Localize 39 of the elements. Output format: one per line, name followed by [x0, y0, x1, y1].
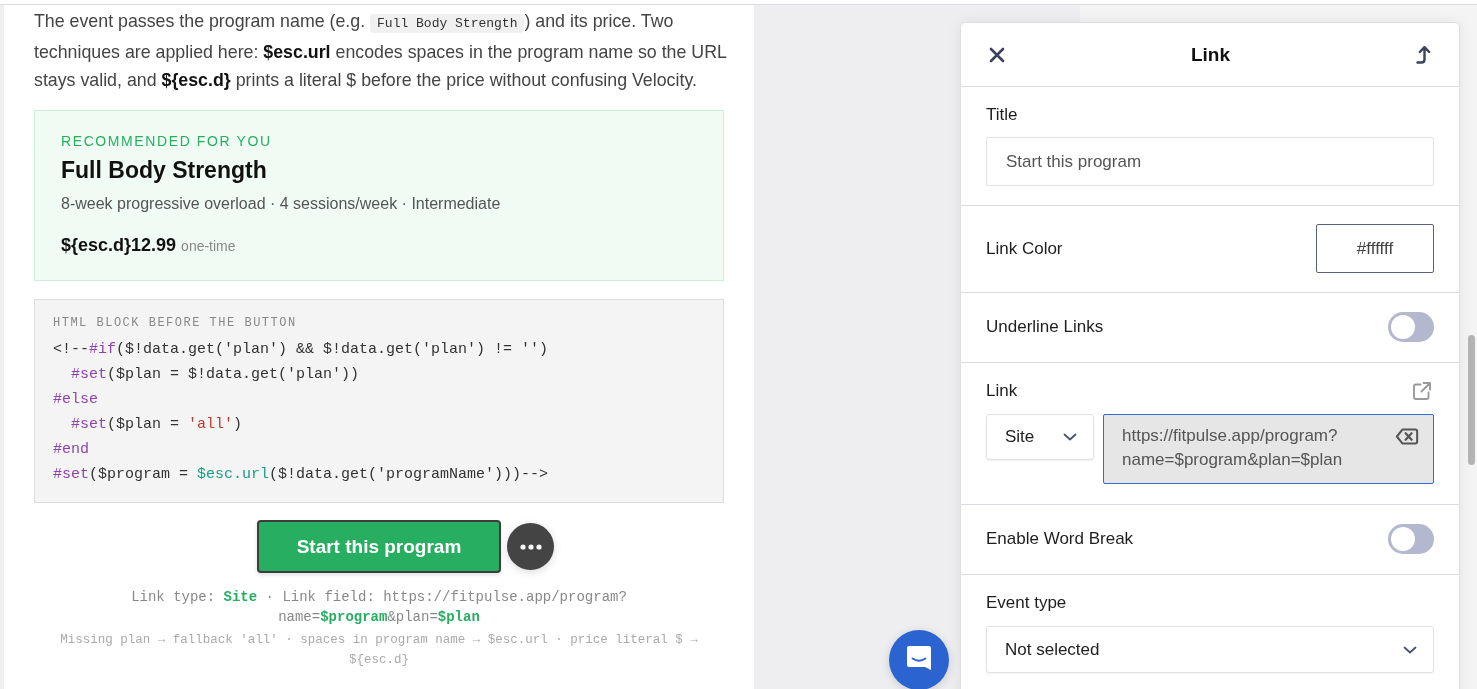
external-link-icon[interactable] [1412, 381, 1432, 401]
intro-paragraph: The event passes the program name (e.g. Full Body Strength ) and its price. Two techniques are applied here: $esc.url encodes spaces in the program name so the URL stays valid, and ${esc.d} prints a literal $ before the price without confusing Velocity. [34, 10, 728, 92]
price-note: one-time [181, 238, 236, 254]
backspace-icon[interactable] [1395, 427, 1419, 446]
close-icon[interactable] [989, 46, 1005, 63]
link-type-dropdown[interactable]: Site [986, 414, 1094, 460]
code-line: #set($plan = 'all') [70, 415, 243, 435]
field-label: Link [986, 380, 1018, 402]
event-type-dropdown[interactable]: Not selected [986, 626, 1434, 673]
color-input[interactable]: #ffffff [1316, 224, 1434, 273]
fallback-note: Missing plan → fallback 'all' · spaces in program name → $esc.url · price literal $ → ${esc.d} [59, 632, 699, 669]
title-input[interactable]: Start this program [986, 137, 1434, 186]
dots-icon [519, 543, 542, 550]
scrollbar-thumb[interactable] [1468, 335, 1475, 465]
field-label: Event type [986, 592, 1067, 614]
code-block-label: HTML BLOCK BEFORE THE BUTTON [53, 315, 297, 331]
field-label: Link Color [986, 237, 1063, 260]
price: ${esc.d}12.99 [61, 234, 177, 257]
more-button[interactable] [507, 523, 554, 570]
chevron-down-icon [1063, 433, 1077, 441]
code-line: #end [53, 440, 89, 460]
code-line: <!--#if($!data.get('plan') && $!data.get('plan') != '') [53, 340, 549, 360]
card-eyebrow: RECOMMENDED FOR YOU [61, 132, 272, 150]
field-label: Title [986, 104, 1018, 126]
code-line: #set($plan = $!data.get('plan')) [70, 365, 360, 385]
chevron-down-icon [1403, 645, 1417, 654]
chat-bubble-icon [906, 645, 932, 671]
panel-title: Link [1190, 43, 1231, 66]
up-arrow-icon[interactable] [1416, 45, 1432, 64]
url-field[interactable]: https://fitpulse.app/program?name=$program&plan=$plan [1103, 414, 1434, 484]
toggle-switch[interactable] [1388, 312, 1434, 342]
field-label: Underline Links [986, 316, 1104, 338]
code-line: #else [53, 390, 98, 410]
program-details: 8-week progressive overload · 4 sessions/week · Intermediate [61, 194, 501, 214]
field-label: Enable Word Break [986, 528, 1134, 550]
program-title: Full Body Strength [61, 156, 267, 184]
toggle-switch[interactable] [1388, 524, 1434, 554]
link-caption: Link type: Site · Link field: https://fitpulse.app/program?name=$program&plan=$plan [130, 588, 628, 627]
code-line: #set($program = $esc.url($!data.get('programName')))--> [53, 465, 549, 485]
